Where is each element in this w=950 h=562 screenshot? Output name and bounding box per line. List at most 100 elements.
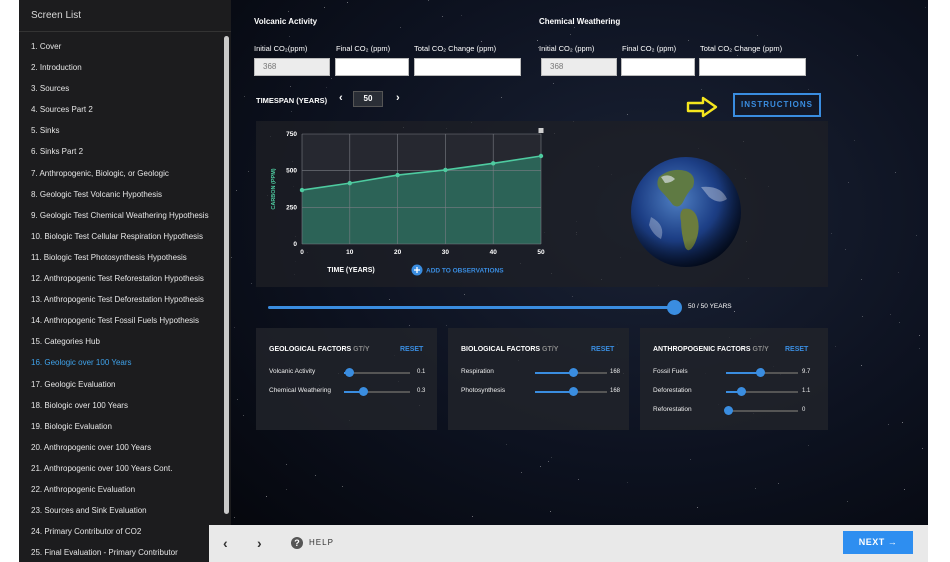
- star: [265, 495, 267, 497]
- star: [845, 248, 847, 250]
- star: [548, 460, 550, 462]
- help-label[interactable]: HELP: [309, 538, 334, 547]
- star: [831, 232, 833, 234]
- star: [916, 235, 917, 237]
- star: [251, 283, 253, 285]
- help-icon[interactable]: ?: [291, 537, 303, 549]
- sidebar-item[interactable]: 21. Anthropogenic over 100 Years Cont.: [19, 458, 231, 479]
- sidebar-item[interactable]: 13. Anthropogenic Test Deforestation Hyp…: [19, 289, 231, 310]
- fossil-fuels-slider-handle[interactable]: [756, 368, 765, 377]
- respiration-slider-fill: [535, 372, 573, 374]
- anthropogenic-reset-button[interactable]: RESET: [785, 346, 808, 353]
- star: [235, 189, 237, 191]
- sidebar-item[interactable]: 1. Cover: [19, 36, 231, 57]
- reforestation-slider-handle[interactable]: [724, 406, 733, 415]
- star: [687, 40, 689, 42]
- geological-reset-button[interactable]: RESET: [400, 346, 423, 353]
- sidebar-item[interactable]: 5. Sinks: [19, 120, 231, 141]
- star: [290, 111, 292, 113]
- sidebar-item[interactable]: 20. Anthropogenic over 100 Years: [19, 437, 231, 458]
- star: [737, 54, 739, 56]
- data-point: [299, 187, 305, 193]
- data-point: [347, 180, 352, 186]
- add-to-observations-link[interactable]: ADD TO OBSERVATIONS: [426, 268, 504, 275]
- star: [314, 474, 316, 476]
- weathering-initial-field: 368: [541, 58, 617, 76]
- volcanic-activity-slider-handle[interactable]: [345, 368, 354, 377]
- star: [472, 516, 474, 518]
- volcanic-activity-slider-label: Volcanic Activity: [269, 368, 316, 375]
- forward-chevron-icon[interactable]: ›: [257, 535, 262, 551]
- reforestation-slider-label: Reforestation: [653, 406, 692, 413]
- photosynthesis-slider-fill: [535, 391, 573, 393]
- sidebar-item[interactable]: 16. Geologic over 100 Years: [19, 352, 231, 373]
- time-slider-handle[interactable]: [667, 300, 682, 315]
- star: [288, 36, 290, 38]
- sidebar-item[interactable]: 4. Sources Part 2: [19, 99, 231, 120]
- star: [325, 86, 327, 88]
- main-area: Volcanic Activity Initial CO₂(ppm) Final…: [231, 0, 928, 530]
- anthropogenic-factors-panel: ANTHROPOGENIC FACTORS GT/Y RESET Fossil …: [640, 328, 828, 430]
- volcanic-total-field[interactable]: [414, 58, 521, 76]
- respiration-slider-label: Respiration: [461, 368, 494, 375]
- sidebar-item[interactable]: 11. Biologic Test Photosynthesis Hypothe…: [19, 247, 231, 268]
- sidebar-item[interactable]: 6. Sinks Part 2: [19, 141, 231, 162]
- time-slider-fill: [268, 306, 676, 309]
- weathering-total-label: Total CO₂ Change (ppm): [700, 44, 783, 53]
- photosynthesis-slider-handle[interactable]: [569, 387, 578, 396]
- star: [570, 33, 572, 35]
- sidebar-item[interactable]: 17. Geologic Evaluation: [19, 374, 231, 395]
- sidebar-item[interactable]: 14. Anthropogenic Test Fossil Fuels Hypo…: [19, 310, 231, 331]
- star: [689, 459, 691, 461]
- sidebar-item[interactable]: 22. Anthropogenic Evaluation: [19, 479, 231, 500]
- sidebar-item[interactable]: 12. Anthropogenic Test Reforestation Hyp…: [19, 268, 231, 289]
- sidebar-item[interactable]: 24. Primary Contributor of CO2: [19, 521, 231, 542]
- biological-reset-button[interactable]: RESET: [591, 346, 614, 353]
- timespan-value-input[interactable]: 50: [353, 91, 383, 107]
- timespan-decrease-chevron-icon[interactable]: ‹: [339, 92, 343, 104]
- star: [400, 26, 402, 28]
- chemical-weathering-slider-handle[interactable]: [359, 387, 368, 396]
- anthropogenic-factors-title-text: ANTHROPOGENIC FACTORS: [653, 346, 751, 353]
- sidebar-item[interactable]: 10. Biologic Test Cellular Respiration H…: [19, 226, 231, 247]
- star: [894, 171, 896, 173]
- star: [242, 415, 244, 417]
- reforestation-value: 0: [802, 407, 806, 413]
- star: [231, 257, 233, 259]
- weathering-final-field[interactable]: [621, 58, 695, 76]
- next-button[interactable]: NEXT →: [843, 531, 913, 554]
- star: [442, 15, 444, 17]
- instructions-button[interactable]: INSTRUCTIONS: [733, 93, 821, 117]
- sidebar-item[interactable]: 7. Anthropogenic, Biologic, or Geologic: [19, 163, 231, 184]
- timespan-increase-chevron-icon[interactable]: ›: [396, 92, 400, 104]
- sidebar-item[interactable]: 8. Geologic Test Volcanic Hypothesis: [19, 184, 231, 205]
- star: [904, 489, 905, 491]
- sidebar-item[interactable]: 3. Sources: [19, 78, 231, 99]
- weathering-total-field[interactable]: [699, 58, 806, 76]
- time-slider-label: 50 / 50 YEARS: [688, 303, 732, 310]
- star: [627, 482, 629, 484]
- volcanic-final-label: Final CO₂ (ppm): [336, 44, 391, 53]
- star: [549, 510, 551, 512]
- sidebar-scrollbar[interactable]: [224, 36, 229, 514]
- star: [460, 14, 462, 16]
- chemical-weathering-title: Chemical Weathering: [539, 17, 621, 26]
- back-chevron-icon[interactable]: ‹: [223, 535, 228, 551]
- fossil-fuels-slider-label: Fossil Fuels: [653, 368, 688, 375]
- star: [323, 6, 325, 8]
- y-tick-label: 750: [286, 131, 297, 138]
- sidebar-item[interactable]: 15. Categories Hub: [19, 331, 231, 352]
- star: [757, 35, 759, 37]
- sidebar-item[interactable]: 19. Biologic Evaluation: [19, 416, 231, 437]
- deforestation-slider-handle[interactable]: [737, 387, 746, 396]
- sidebar-item[interactable]: 2. Introduction: [19, 57, 231, 78]
- volcanic-final-field[interactable]: [335, 58, 409, 76]
- star: [919, 335, 920, 337]
- sidebar-item[interactable]: 25. Final Evaluation - Primary Contribut…: [19, 542, 231, 562]
- sidebar-item[interactable]: 9. Geologic Test Chemical Weathering Hyp…: [19, 205, 231, 226]
- respiration-slider-handle[interactable]: [569, 368, 578, 377]
- reforestation-slider-track[interactable]: [726, 410, 798, 412]
- sidebar-item[interactable]: 18. Biologic over 100 Years: [19, 395, 231, 416]
- sidebar-item[interactable]: 23. Sources and Sink Evaluation: [19, 500, 231, 521]
- star: [925, 7, 926, 9]
